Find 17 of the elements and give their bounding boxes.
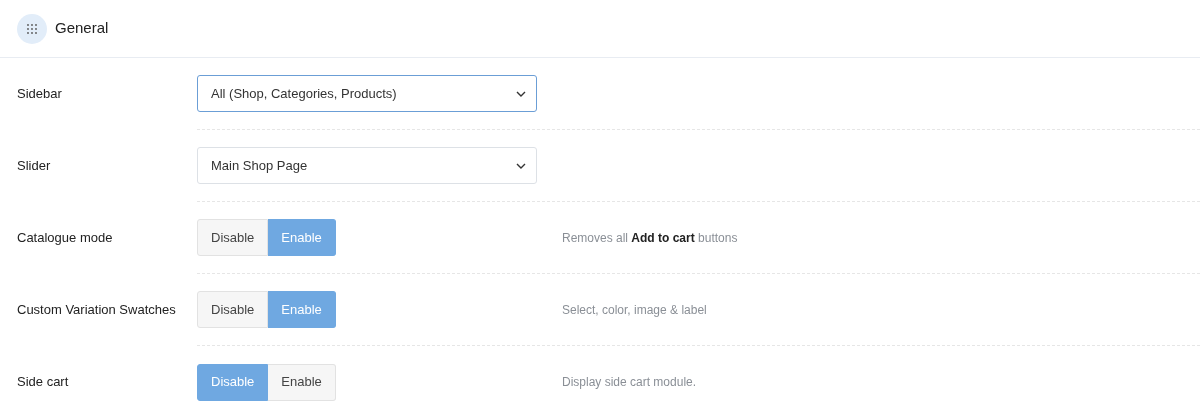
setting-label: Slider bbox=[16, 157, 52, 176]
setting-description: Removes all Add to cart buttons bbox=[562, 229, 738, 247]
chevron-icon bbox=[516, 162, 526, 169]
toggle-button[interactable]: Disable bbox=[197, 291, 269, 328]
toggle-button[interactable]: Disable bbox=[197, 219, 269, 256]
setting-label: Catalogue mode bbox=[16, 229, 114, 248]
toggle-button[interactable]: Enable bbox=[268, 363, 336, 401]
chevron-icon bbox=[516, 90, 526, 97]
section-title: General bbox=[55, 18, 109, 39]
setting-label: Side cart bbox=[16, 373, 70, 392]
select-field[interactable]: All (Shop, Categories, Products) bbox=[197, 75, 537, 112]
grid-icon bbox=[17, 13, 47, 44]
setting-description: Display side cart module. bbox=[562, 374, 697, 391]
setting-description: Select, color, image & label bbox=[562, 301, 707, 319]
setting-label: Custom Variation Swatches bbox=[16, 301, 177, 320]
setting-label: Sidebar bbox=[16, 85, 63, 104]
select-field[interactable]: Main Shop Page bbox=[197, 147, 537, 184]
